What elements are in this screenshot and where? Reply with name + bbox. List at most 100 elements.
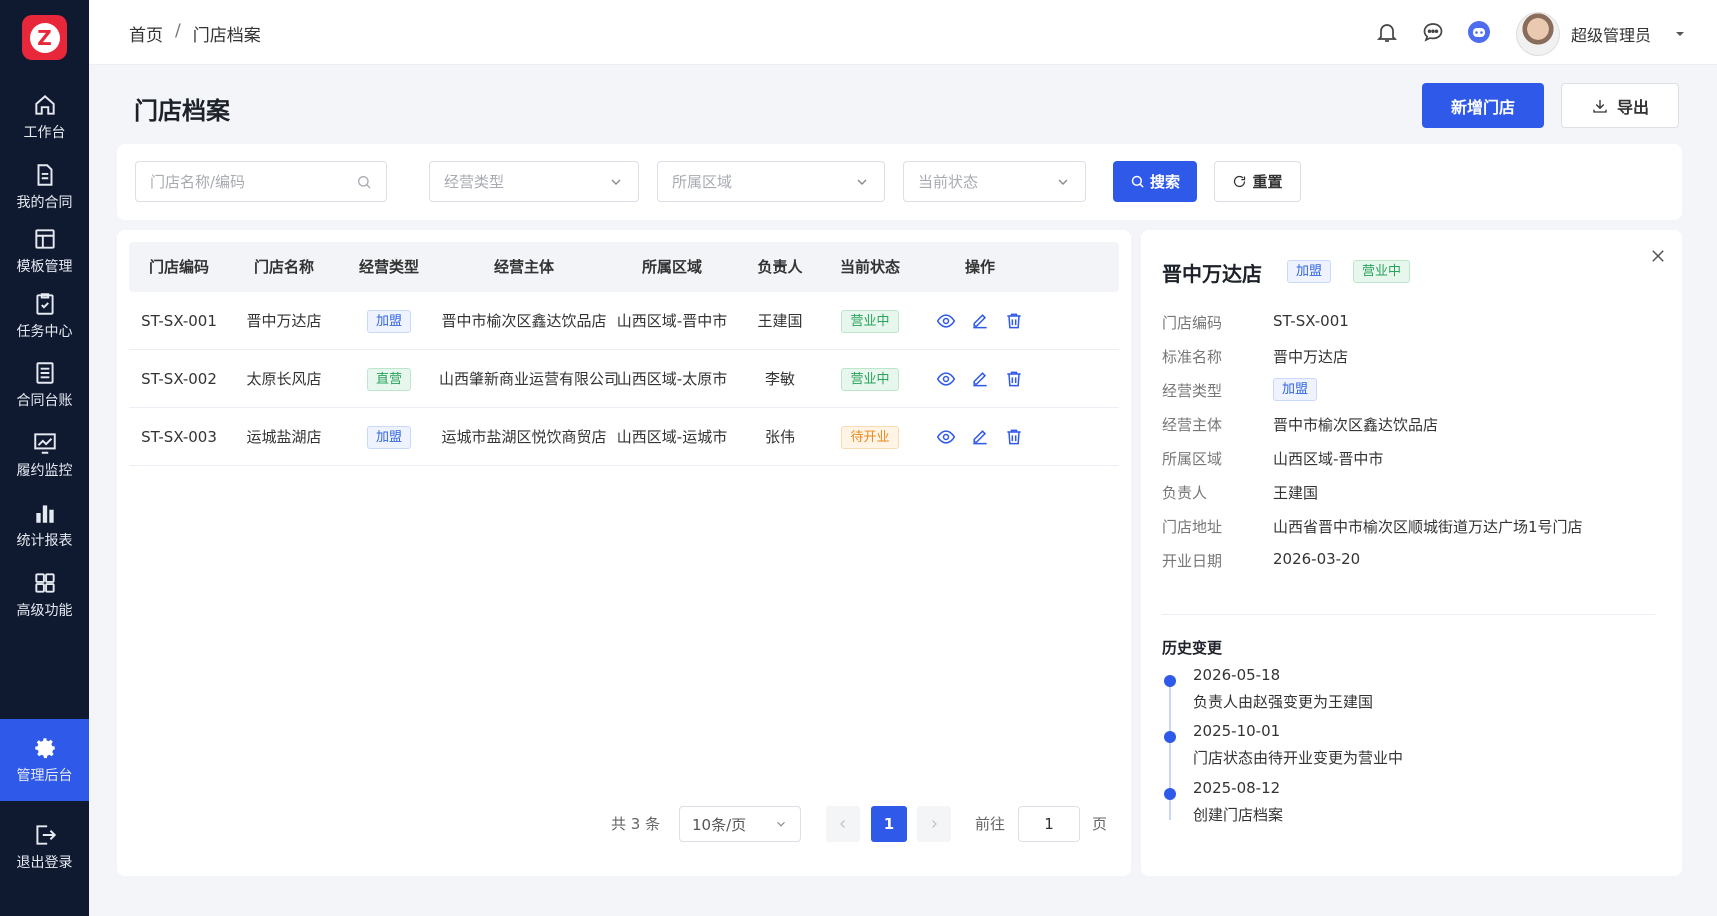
sidebar-item-tasks[interactable]: 任务中心 [0,283,89,349]
pagination-total: 共 3 条 [611,815,661,833]
top-header: 首页 / 门店档案 超级管理员 [89,0,1717,65]
add-store-button[interactable]: 新增门店 [1422,83,1544,128]
ai-assistant-icon[interactable] [1467,20,1491,44]
add-store-label: 新增门店 [1450,97,1515,117]
field-label: 所属区域 [1162,450,1223,468]
cell-status: 营业中 [825,350,915,408]
prev-page-button[interactable] [826,806,860,842]
cell-owner: 王建国 [757,312,803,330]
filter-bar: 门店名称/编码 经营类型 所属区域 当前状态 搜索 重置 [117,144,1682,220]
type-tag: 直营 [366,368,411,391]
timeline-dot [1164,788,1176,800]
next-page-button[interactable] [917,806,951,842]
field-value-open-date: 2026-03-20 [1273,550,1361,568]
column-header: 负责人 [757,258,803,276]
search-button[interactable]: 搜索 [1113,161,1197,202]
sidebar-item-advanced[interactable]: 高级功能 [0,562,89,628]
page-title: 门店档案 [134,97,230,125]
template-icon [34,229,55,249]
sidebar-item-label: 高级功能 [16,603,73,619]
column-header: 操作 [964,258,995,276]
table-row[interactable]: ST-SX-001 晋中万达店 加盟 晋中市榆次区鑫达饮品店 山西区域-晋中市 … [129,292,1119,350]
field-value-type: 加盟 [1273,378,1318,401]
gear-icon [34,738,55,759]
history-date: 2026-05-18 [1193,666,1281,684]
chevron-down-icon[interactable] [1674,28,1686,40]
store-detail-panel: 晋中万达店 加盟 营业中 门店编码 ST-SX-001 标准名称 晋中万达店 经… [1141,230,1682,876]
field-label: 标准名称 [1162,348,1223,366]
cell-entity: 山西肇新商业运营有限公司 [439,370,620,388]
page-number-current[interactable]: 1 [871,806,907,842]
cell-entity: 运城市盐湖区悦饮商贸店 [441,428,607,446]
table-row[interactable]: ST-SX-002 太原长风店 直营 山西肇新商业运营有限公司 山西区域-太原市… [129,350,1119,408]
eye-icon[interactable] [936,369,956,389]
refresh-icon [1234,175,1246,188]
goto-page-input[interactable]: 1 [1018,806,1080,842]
sidebar-item-my-contracts[interactable]: 我的合同 [0,154,89,220]
table-header: 门店编码 门店名称 经营类型 经营主体 所属区域 负责人 当前状态 操作 [129,242,1119,292]
sidebar-item-admin[interactable]: 管理后台 [0,719,89,801]
sidebar-item-label: 管理后台 [16,768,73,784]
cell-code: ST-SX-003 [141,428,217,446]
edit-icon[interactable] [970,369,990,389]
status-select[interactable]: 当前状态 [903,161,1086,202]
column-header: 门店编码 [148,258,209,276]
field-value-name: 晋中万达店 [1273,348,1349,366]
app-logo[interactable]: Z [22,15,67,60]
history-desc: 门店状态由待开业变更为营业中 [1193,749,1404,767]
cell-code: ST-SX-002 [141,370,217,388]
keyword-placeholder: 门店名称/编码 [150,173,246,191]
trash-icon[interactable] [1004,311,1024,331]
eye-icon[interactable] [936,427,956,447]
field-label: 经营主体 [1162,416,1223,434]
reset-label: 重置 [1252,173,1283,191]
edit-icon[interactable] [970,311,990,331]
download-icon [1593,99,1607,113]
sidebar-item-fulfillment-monitor[interactable]: 履约监控 [0,422,89,488]
close-icon[interactable] [1649,247,1667,265]
search-icon [358,175,371,188]
history-date: 2025-10-01 [1193,722,1281,740]
keyword-search-input[interactable]: 门店名称/编码 [135,161,387,202]
export-button[interactable]: 导出 [1561,83,1679,128]
cell-type: 直营 [339,350,439,408]
history-desc: 负责人由赵强变更为王建国 [1193,693,1374,711]
field-value-entity: 晋中市榆次区鑫达饮品店 [1273,416,1439,434]
sidebar-item-label: 合同台账 [16,393,73,409]
business-type-placeholder: 经营类型 [444,173,505,191]
store-table-card: 门店编码 门店名称 经营类型 经营主体 所属区域 负责人 当前状态 操作 ST-… [117,230,1131,876]
edit-icon[interactable] [970,427,990,447]
chevron-left-icon [840,820,845,828]
page-size-value: 10条/页 [692,815,747,834]
logout-icon [35,825,56,845]
cell-code: ST-SX-001 [141,312,217,330]
business-type-select[interactable]: 经营类型 [429,161,639,202]
username[interactable]: 超级管理员 [1571,22,1651,46]
timeline-dot [1164,675,1176,687]
page-size-select[interactable]: 10条/页 [679,806,801,842]
breadcrumb: 首页 / 门店档案 [129,21,261,46]
bell-icon[interactable] [1375,20,1399,44]
reset-button[interactable]: 重置 [1214,161,1301,202]
trash-icon[interactable] [1004,369,1024,389]
table-row[interactable]: ST-SX-003 运城盐湖店 加盟 运城市盐湖区悦饮商贸店 山西区域-运城市 … [129,408,1119,466]
breadcrumb-current: 门店档案 [192,26,261,46]
logo-mark: Z [29,22,60,53]
bar-chart-icon [35,505,54,523]
eye-icon[interactable] [936,311,956,331]
message-icon[interactable] [1421,20,1445,44]
status-tag: 营业中 [841,368,899,391]
sidebar-item-workbench[interactable]: 工作台 [0,84,89,150]
monitor-chart-icon [33,433,56,454]
cell-name: 晋中万达店 [246,312,322,330]
sidebar-item-reports[interactable]: 统计报表 [0,492,89,558]
avatar[interactable] [1516,12,1560,56]
sidebar-item-logout[interactable]: 退出登录 [0,814,89,880]
region-select[interactable]: 所属区域 [657,161,885,202]
sidebar-item-contract-ledger[interactable]: 合同台账 [0,352,89,418]
detail-title: 晋中万达店 [1162,262,1262,286]
trash-icon[interactable] [1004,427,1024,447]
breadcrumb-home[interactable]: 首页 [129,21,163,46]
sidebar-item-templates[interactable]: 模板管理 [0,218,89,284]
sidebar-item-label: 我的合同 [16,195,73,211]
